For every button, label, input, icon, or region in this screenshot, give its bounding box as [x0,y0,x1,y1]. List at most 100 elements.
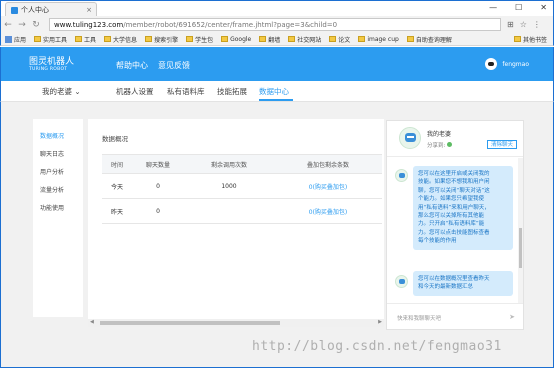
url-host: www.tuling123.com [54,20,124,29]
folder-icon [288,36,296,42]
buy-package-link[interactable]: 0(购买叠加包) [274,198,382,224]
back-icon[interactable]: ← [1,20,15,30]
chat-scrollbar[interactable] [518,158,523,304]
tab-favicon-icon [11,6,18,14]
url-path: /member/robot/691652/center/frame.jhtml?… [123,20,338,29]
folder-icon [406,36,414,42]
table-cell: 0 [132,198,184,224]
horizontal-scrollbar[interactable]: ◀ ▶ [88,319,384,327]
bookmark-folder[interactable]: 工具 [75,35,96,44]
bookmark-apps[interactable]: 应用 [5,35,26,44]
table-header: 时间 [102,154,132,174]
bookmark-folder[interactable]: 论文 [329,35,350,44]
scrollbar-thumb[interactable] [519,228,522,268]
table-header: 叠加包剩余条数 [274,154,382,174]
help-center-link[interactable]: 帮助中心 [116,60,148,71]
table-cell: 昨天 [102,198,132,224]
chat-robot-name: 我的老婆 [427,131,452,138]
avatar [485,58,498,70]
scroll-right-icon[interactable]: ▶ [378,319,382,325]
chat-header: 我的老婆 分享到: 清除聊天 [387,121,523,157]
tab-private-corpus[interactable]: 私有语料库 [167,86,205,97]
message-avatar [395,275,408,288]
robot-subnav: 我的老婆 ⌄ 机器人设置 私有语料库 技能拓展 数据中心 [0,81,554,102]
table-header: 聊天数量 [132,154,184,174]
other-bookmarks[interactable]: 其他书签 [513,35,547,44]
folder-icon [34,36,42,42]
message-avatar [395,169,408,182]
folder-icon [513,36,521,42]
bookmark-folder[interactable]: 翻墙 [259,35,280,44]
overview-table: 时间 聊天数量 剩余调用次数 叠加包剩余条数 今天 0 1000 0(购买叠加包… [102,154,382,224]
tab-close-icon[interactable]: × [86,6,92,14]
bookmark-folder[interactable]: 学生包 [186,35,213,44]
tab-robot-settings[interactable]: 机器人设置 [116,86,154,97]
folder-icon [221,36,229,42]
folder-icon [145,36,153,42]
url-input[interactable]: www.tuling123.com /member/robot/691652/c… [49,18,501,31]
browser-titlebar: 个人中心 × — ☐ ✕ [0,0,554,17]
chat-panel: 我的老婆 分享到: 清除聊天 您可以在这里开启或关闭我的 技能。如果您不想我和用… [386,120,524,330]
username: fengmao [502,60,529,68]
menu-icon[interactable]: ⋮ [533,20,541,29]
scrollbar-thumb[interactable] [100,321,280,325]
site-logo[interactable]: 图灵机器人 TURING ROBOT [29,58,74,73]
sidebar-item-traffic-analysis[interactable]: 流量分析 [40,185,64,194]
tab-data-center[interactable]: 数据中心 [259,86,289,97]
page-title: 数据概况 [102,135,128,143]
watermark: http://blog.csdn.net/fengmao31 [252,339,502,354]
chat-messages: 您可以在这里开启或关闭我的 技能。如果您不想我和用户闲 聊，您可以关闭“聊天对话… [387,158,523,304]
wechat-icon[interactable] [447,142,453,147]
folder-icon [75,36,83,42]
active-tab-indicator [259,99,293,101]
table-header: 剩余调用次数 [184,154,274,174]
site-header: 图灵机器人 TURING ROBOT 帮助中心 意见反馈 fengmao [0,47,554,81]
tab-skills[interactable]: 技能拓展 [217,86,247,97]
user-menu[interactable]: fengmao [485,58,529,70]
table-row: 今天 0 1000 0(购买叠加包) [102,173,382,199]
address-bar-row: ← → ↻ www.tuling123.com /member/robot/69… [0,16,554,33]
table-cell [184,198,274,224]
clear-chat-button[interactable]: 清除聊天 [486,140,517,149]
chevron-down-icon: ⌄ [74,87,81,96]
table-cell: 今天 [102,173,132,199]
star-icon[interactable]: ☆ [520,20,527,29]
folder-icon [186,36,194,42]
bookmark-folder[interactable]: 搜索引擎 [145,35,178,44]
apps-icon [5,35,12,43]
translate-icon[interactable]: ⊞ [507,20,514,29]
bookmark-folder[interactable]: 自助查询理解 [406,35,452,44]
robot-selector[interactable]: 我的老婆 ⌄ [42,86,81,97]
bookmark-folder[interactable]: image cup [358,36,399,43]
reload-icon[interactable]: ↻ [29,20,43,30]
minimize-button[interactable]: — [489,3,497,12]
share-row: 分享到: [427,141,453,149]
sidebar-item-chat-log[interactable]: 聊天日志 [40,149,64,158]
feedback-link[interactable]: 意见反馈 [158,60,190,71]
sidebar-item-overview[interactable]: 数据概况 [40,131,64,140]
sidebar-item-feature-usage[interactable]: 功能使用 [40,203,64,212]
chat-message: 您可以在这里开启或关闭我的 技能。如果您不想我和用户闲 聊，您可以关闭“聊天对话… [413,166,513,250]
bookmark-folder[interactable]: Google [221,36,251,43]
forward-icon[interactable]: → [15,20,29,30]
buy-package-link[interactable]: 0(购买叠加包) [274,173,382,199]
folder-icon [104,36,112,42]
table-cell: 0 [132,173,184,199]
scroll-left-icon[interactable]: ◀ [90,319,94,325]
chat-input[interactable]: 快来和我聊聊天吧 ➤ [387,303,523,329]
table-cell: 1000 [184,173,274,199]
bookmark-folder[interactable]: 大学信息 [104,35,137,44]
folder-icon [259,36,267,42]
bookmark-folder[interactable]: 社交网站 [288,35,321,44]
tab-title: 个人中心 [21,6,49,14]
chat-input-placeholder: 快来和我聊聊天吧 [397,316,442,322]
close-window-button[interactable]: ✕ [540,3,547,12]
sidebar-item-user-analysis[interactable]: 用户分析 [40,167,64,176]
data-sidebar: 数据概况 聊天日志 用户分析 流量分析 功能使用 [33,119,83,317]
robot-avatar [399,127,421,149]
maximize-button[interactable]: ☐ [515,3,522,12]
browser-tab[interactable]: 个人中心 × [5,2,97,17]
table-row: 昨天 0 0(购买叠加包) [102,198,382,224]
bookmark-folder[interactable]: 实用工具 [34,35,67,44]
send-icon[interactable]: ➤ [509,313,515,321]
